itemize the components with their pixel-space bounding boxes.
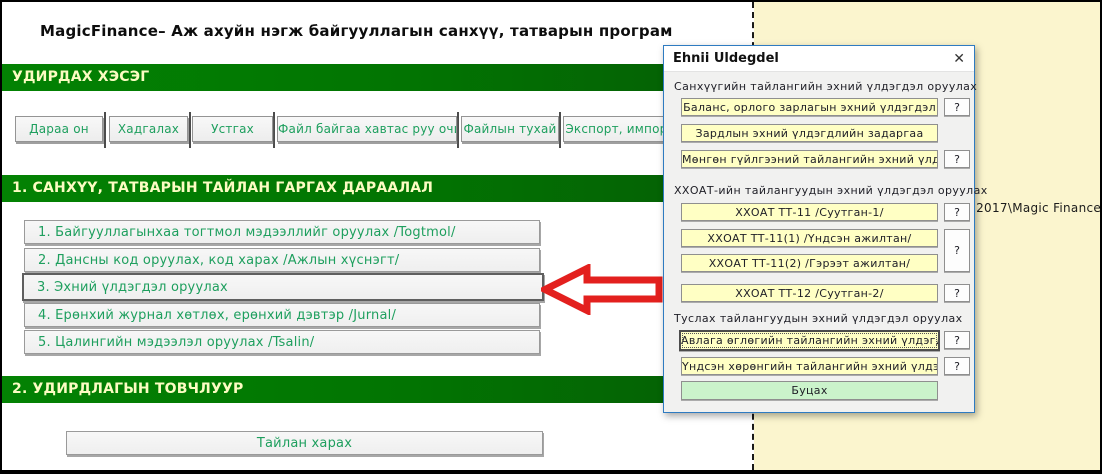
menu-item-jurnal[interactable]: 4. Ерөнхий журнал хөтлөх, ерөнхий дэвтэр… <box>24 303 540 327</box>
section-header-1: 1. САНХҮҮ, ТАТВАРЫН ТАЙЛАН ГАРГАХ ДАРААЛ… <box>2 175 746 202</box>
toolbar-button-open-folder[interactable]: Файл байгаа хавтас руу очих <box>277 116 457 142</box>
toolbar-separator <box>273 112 275 148</box>
help-button[interactable]: ? <box>944 331 970 349</box>
dialog-titlebar[interactable]: Ehnii Uldegdel ✕ <box>664 46 974 72</box>
dialog-button-avlaga-uglug[interactable]: Авлага өглөгийн тайлангийн эхний үлдэгдэ… <box>679 330 940 351</box>
red-arrow-pointer <box>541 264 664 315</box>
toolbar-button-save[interactable]: Хадгалах <box>109 116 188 142</box>
toolbar-separator <box>457 112 459 148</box>
help-button[interactable]: ? <box>944 284 970 302</box>
report-view-button[interactable]: Тайлан харах <box>66 431 543 455</box>
file-path-text: ,2017\Magic Finance ши <box>972 201 1102 215</box>
section-header-control: УДИРДАХ ХЭСЭГ <box>2 64 746 91</box>
toolbar-button-next-year[interactable]: Дараа он <box>15 116 103 142</box>
dialog-button-tt11[interactable]: ХХОАТ ТТ-11 /Суутган-1/ <box>681 203 938 221</box>
back-button[interactable]: Буцах <box>681 381 938 400</box>
help-button[interactable]: ? <box>944 203 970 221</box>
close-icon[interactable]: ✕ <box>953 50 965 68</box>
toolbar-separator <box>189 112 191 148</box>
app-window: ,2017\Magic Finance ши MagicFinance– Аж … <box>0 0 1102 474</box>
dialog-button-mungun-guilgee[interactable]: Мөнгөн гүйлгээний тайлангийн эхний үлдэг… <box>681 150 938 168</box>
dialog-button-tt11-1[interactable]: ХХОАТ ТТ-11(1) /Үндсэн ажилтан/ <box>681 229 938 247</box>
dialog-ehnii-uldegdel: Ehnii Uldegdel ✕ Санхүүгийн тайлангийн э… <box>663 45 975 413</box>
dialog-button-tt11-2[interactable]: ХХОАТ ТТ-11(2) /Гэрээт ажилтан/ <box>681 254 938 272</box>
toolbar-button-delete[interactable]: Устгах <box>192 116 273 142</box>
menu-item-tsalin[interactable]: 5. Цалингийн мэдээлэл оруулах /Tsalin/ <box>24 330 540 354</box>
help-button[interactable]: ? <box>944 98 970 116</box>
help-button[interactable]: ? <box>944 229 970 272</box>
dialog-button-balans[interactable]: Баланс, орлого зарлагын эхний үлдэгдэл <box>681 98 938 116</box>
app-title: MagicFinance– Аж ахуйн нэгж байгууллагын… <box>40 22 673 40</box>
dialog-group-label-hhoat: ХХОАТ-ийн тайлангуудын эхний үлдэгдэл ор… <box>674 184 988 197</box>
toolbar-separator <box>559 112 561 148</box>
menu-item-togtmol[interactable]: 1. Байгууллагынхаа тогтмол мэдээллийг ор… <box>24 220 540 244</box>
help-button[interactable]: ? <box>944 150 970 168</box>
dialog-button-tt12[interactable]: ХХОАТ ТТ-12 /Суутган-2/ <box>681 284 938 302</box>
menu-item-dans-code[interactable]: 2. Дансны код оруулах, код харах /Ажлын … <box>24 248 540 272</box>
dialog-button-zardal[interactable]: Зардлын эхний үлдэгдлийн задаргаа <box>681 124 938 142</box>
dialog-title: Ehnii Uldegdel <box>673 51 779 66</box>
dialog-group-label-finance: Санхүүгийн тайлангийн эхний үлдэгдэл ору… <box>674 80 977 93</box>
toolbar-button-file-info[interactable]: Файлын тухай <box>461 116 559 142</box>
section-header-2: 2. УДИРДЛАГЫН ТОВЧЛУУР <box>2 376 746 403</box>
dialog-button-undsen-hurungu[interactable]: Үндсэн хөрөнгийн тайлангийн эхний үлдэгд… <box>681 357 938 375</box>
dialog-group-label-auxiliary: Туслах тайлангуудын эхний үлдэгдэл оруул… <box>674 312 963 325</box>
menu-item-ehnii-uldegdel[interactable]: 3. Эхний үлдэгдэл оруулах <box>22 273 544 301</box>
toolbar-separator <box>104 112 106 148</box>
help-button[interactable]: ? <box>944 357 970 375</box>
toolbar-button-export-import[interactable]: Экспорт, импорт <box>563 116 677 142</box>
